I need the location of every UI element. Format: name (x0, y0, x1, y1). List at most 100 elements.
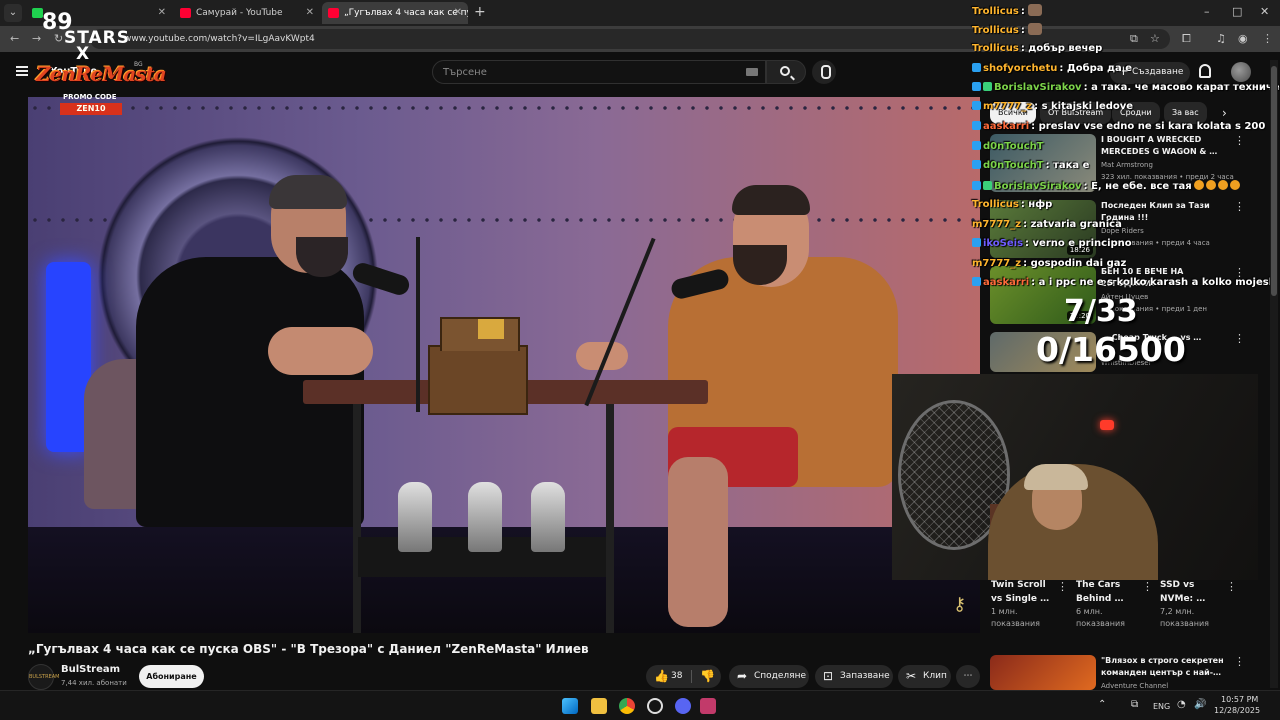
rec-title[interactable]: "Влязох в строго секретен команден центъ… (1101, 655, 1229, 679)
chat-message: Trollicus: (972, 23, 1043, 36)
rec-channel[interactable]: Adventure Channel (1101, 682, 1168, 690)
chat-message: Trollicus: (972, 4, 1043, 17)
share-icon: ➦ (737, 669, 748, 683)
video-player[interactable]: ⚷ (28, 97, 980, 633)
gold-bar (478, 319, 504, 339)
key-watermark-icon: ⚷ (953, 594, 967, 615)
clock-time[interactable]: 10:57 PM (1221, 695, 1258, 704)
notifications-bell-icon[interactable] (1199, 64, 1211, 78)
chat-message: m7777_z: s kitajski ledove (972, 101, 1133, 112)
profile-icon[interactable]: ◉ (1238, 32, 1248, 45)
voice-search-mic-icon[interactable] (812, 60, 836, 84)
volume-icon[interactable]: 🔊 (1194, 699, 1206, 710)
clip-button[interactable]: ✂ Клип (898, 665, 951, 688)
media-control-icon[interactable]: ♫ (1216, 32, 1226, 45)
rec-title[interactable]: I BOUGHT A WRECKED MERCEDES G WAGON & … (1101, 134, 1229, 158)
like-thumb-icon[interactable]: 👍 (654, 665, 669, 688)
more-options-icon[interactable]: ⋮ (1234, 134, 1245, 147)
account-avatar[interactable] (1231, 62, 1251, 82)
scrollbar-thumb[interactable] (1271, 66, 1277, 296)
short-item[interactable]: Twin Scroll vs Single … 1 млн. показвани… (991, 578, 1071, 630)
tray-app-icon[interactable]: ⧉ (1131, 699, 1138, 710)
statue (468, 482, 502, 552)
tab-search-icon[interactable]: ⌄ (4, 4, 22, 22)
tab-3-active[interactable]: „Гугълвах 4 часа как се пус… ✕ (322, 2, 468, 24)
more-options-icon[interactable]: ⋮ (1057, 580, 1068, 593)
tab-close-icon[interactable]: ✕ (454, 7, 462, 18)
bookmark-star-icon[interactable]: ☆ (1150, 32, 1160, 45)
short-title[interactable]: SSD vs NVMe: … (1160, 578, 1220, 606)
chat-message: d0nTouchT: така е (972, 160, 1089, 171)
short-item[interactable]: SSD vs NVMe: … 7,2 млн. показвания ⋮ (1160, 578, 1240, 630)
more-options-icon[interactable]: ⋮ (1142, 580, 1153, 593)
chat-badge-icon (972, 277, 981, 286)
stars-word: STARS (64, 28, 131, 48)
hamburger-menu-icon[interactable] (16, 66, 28, 76)
save-button[interactable]: ⊡ Запазване (815, 665, 893, 688)
page-scrollbar[interactable] (1270, 60, 1278, 688)
search-input[interactable]: Търсене (432, 60, 766, 84)
table-leg (606, 404, 614, 633)
tab-2[interactable]: Самурай - YouTube ✕ (174, 2, 320, 24)
file-explorer-icon[interactable] (591, 698, 607, 714)
chat-message: m7777_z: zatvaria granica (972, 219, 1122, 230)
more-options-icon[interactable]: ⋮ (1234, 655, 1245, 668)
dislike-thumb-icon[interactable]: 👎 (700, 665, 715, 688)
back-icon[interactable]: ← (10, 32, 19, 45)
input-language[interactable]: ENG (1153, 702, 1170, 711)
keyboard-icon[interactable] (746, 68, 758, 76)
more-actions-button[interactable]: ⋯ (956, 665, 980, 688)
search-button[interactable] (766, 60, 806, 84)
chip-next-chevron-icon[interactable]: › (1222, 106, 1227, 120)
more-options-icon[interactable]: ⋮ (1234, 332, 1245, 345)
guest-legs (668, 457, 728, 627)
chat-text: verno e principno (1032, 238, 1132, 249)
start-windows-icon[interactable] (562, 698, 578, 714)
terminal-icon[interactable] (700, 698, 716, 714)
close-window-icon[interactable]: ✕ (1260, 5, 1269, 18)
rec-channel[interactable]: Mat Armstrong (1101, 161, 1153, 169)
extensions-icon[interactable]: ⧠ (1182, 32, 1191, 46)
treasure-chest (428, 317, 528, 415)
channel-name[interactable]: BulStream (61, 664, 120, 675)
subscribe-button[interactable]: Абониране (139, 665, 204, 688)
forward-icon[interactable]: → (32, 32, 41, 45)
short-views: 7,2 млн. показвания (1160, 607, 1209, 628)
short-title[interactable]: Twin Scroll vs Single … (991, 578, 1051, 606)
tray-chevron-icon[interactable]: ⌃ (1098, 699, 1106, 710)
chat-username: BorislavSirakov (994, 181, 1082, 192)
like-dislike-group: 👍 38 👎 (646, 665, 721, 688)
more-options-icon[interactable]: ⋮ (1226, 580, 1237, 593)
channel-avatar[interactable]: BULSTREAM (28, 664, 59, 690)
browser-menu-icon[interactable]: ⋮ (1262, 32, 1273, 45)
clock-date[interactable]: 12/28/2025 (1214, 706, 1260, 715)
rec-thumbnail[interactable] (990, 655, 1096, 690)
short-item[interactable]: The Cars Behind … 6 млн. показвания ⋮ (1076, 578, 1156, 630)
short-title[interactable]: The Cars Behind … (1076, 578, 1136, 606)
emoji-icon (1205, 180, 1216, 190)
more-options-icon[interactable]: ⋮ (1234, 200, 1245, 213)
chat-username: BorislavSirakov (994, 82, 1082, 93)
chat-message: aaskarri: preslav vse edno ne si kara ko… (972, 121, 1265, 132)
chat-message: BorislavSirakov: Е, не ебе. все тая (972, 180, 1240, 192)
chat-badge-icon (972, 63, 981, 72)
chat-text: а така. че масово карат технически нк (1091, 82, 1280, 93)
new-tab-icon[interactable]: + (474, 4, 486, 20)
wifi-icon[interactable]: ◔ (1177, 699, 1186, 710)
chrome-icon[interactable] (619, 698, 635, 714)
tab-close-icon[interactable]: ✕ (158, 7, 166, 18)
video-title: „Гугълвах 4 часа как се пуска OBS" - "В … (28, 642, 589, 656)
tab-close-icon[interactable]: ✕ (306, 7, 314, 18)
chat-username: d0nTouchT (983, 141, 1044, 152)
share-button[interactable]: ➦ Споделяне (729, 665, 809, 688)
install-app-icon[interactable]: ⧉ (1130, 32, 1138, 46)
short-views: 6 млн. показвания (1076, 607, 1125, 628)
chat-text: добър вечер (1028, 43, 1103, 54)
maximize-icon[interactable]: □ (1232, 5, 1242, 18)
like-count[interactable]: 38 (671, 665, 682, 688)
minimize-icon[interactable]: – (1204, 5, 1210, 18)
obs-icon[interactable] (647, 698, 663, 714)
discord-icon[interactable] (675, 698, 691, 714)
zenremasta-logo: ZenReMasta PROMO CODE ZEN10 (36, 58, 167, 120)
chat-username: Trollicus (972, 25, 1019, 36)
